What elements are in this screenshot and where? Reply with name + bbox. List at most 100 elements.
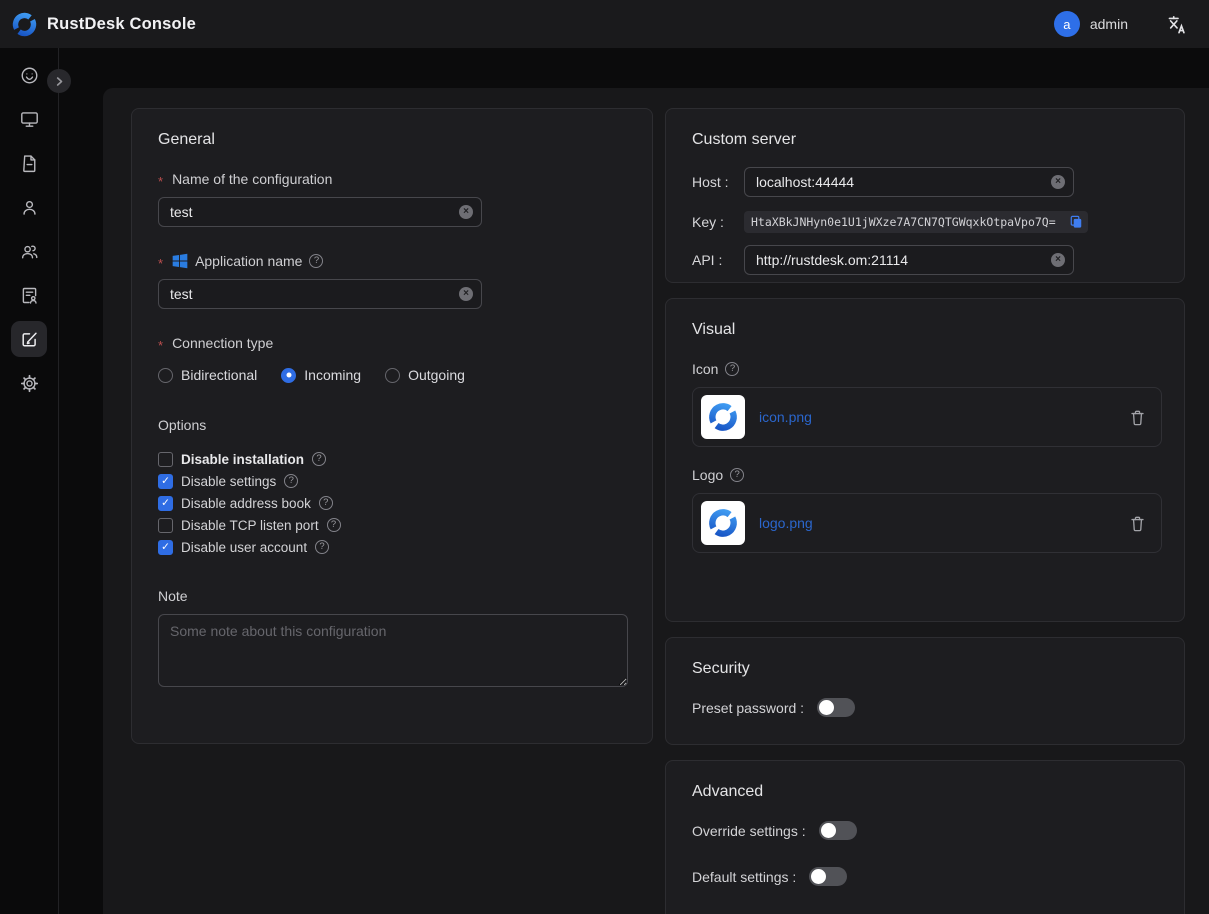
host-label: Host : (692, 174, 744, 190)
sidebar-item-documents[interactable] (11, 145, 47, 181)
sidebar-collapse-button[interactable] (47, 69, 71, 93)
document-icon (19, 153, 40, 174)
user-avatar[interactable]: a (1054, 11, 1080, 37)
host-row: Host : × (692, 167, 1158, 197)
radio-dot-icon[interactable] (158, 368, 173, 383)
checkbox-icon[interactable]: ✓ (158, 474, 173, 489)
radio-incoming[interactable]: Incoming (281, 367, 361, 383)
sidebar-item-custom-clients[interactable] (11, 321, 47, 357)
username[interactable]: admin (1090, 16, 1128, 32)
radio-bidirectional[interactable]: Bidirectional (158, 367, 257, 383)
option-disable-installation: Disable installation? (158, 448, 626, 470)
advanced-title: Advanced (692, 783, 1158, 801)
radio-dot-icon[interactable] (385, 368, 400, 383)
brand: RustDesk Console (11, 11, 196, 38)
key-value: HtaXBkJNHyn0e1U1jWXze7A7CN7QTGWqxkOtpaVp… (751, 215, 1064, 229)
checkbox-icon[interactable]: ✓ (158, 496, 173, 511)
icon-thumbnail (701, 395, 745, 439)
config-name-input[interactable] (158, 197, 482, 227)
help-icon[interactable]: ? (309, 254, 323, 268)
radio-label: Bidirectional (181, 367, 257, 383)
user-group-icon (19, 241, 40, 262)
general-card: General Name of the configuration × Appl… (131, 108, 653, 744)
option-label: Disable installation (181, 452, 304, 467)
host-field: × (744, 167, 1074, 197)
advanced-card: Advanced Override settings : Default set… (665, 760, 1185, 914)
option-disable-settings: ✓ Disable settings? (158, 470, 626, 492)
connection-type-radio-group: Bidirectional Incoming Outgoing (158, 367, 626, 383)
visual-title: Visual (692, 321, 1158, 339)
host-input[interactable] (744, 167, 1074, 197)
help-icon[interactable]: ? (327, 518, 341, 532)
api-field: × (744, 245, 1074, 275)
clear-icon[interactable]: × (1051, 175, 1065, 189)
translate-icon[interactable] (1166, 14, 1187, 35)
api-label: API : (692, 252, 744, 268)
clear-icon[interactable]: × (459, 205, 473, 219)
sidebar-item-groups[interactable] (11, 233, 47, 269)
rustdesk-logo-icon (707, 401, 739, 433)
sidebar-item-users[interactable] (11, 189, 47, 225)
app-title: RustDesk Console (47, 15, 196, 34)
override-settings-label: Override settings : (692, 823, 806, 839)
custom-server-title: Custom server (692, 131, 1158, 149)
sidebar-item-address-books[interactable] (11, 277, 47, 313)
option-label: Disable settings (181, 474, 276, 489)
sidebar-item-devices[interactable] (11, 101, 47, 137)
smiley-icon (19, 65, 40, 86)
override-settings-toggle[interactable] (819, 821, 857, 840)
default-settings-label: Default settings : (692, 869, 796, 885)
radio-outgoing[interactable]: Outgoing (385, 367, 465, 383)
help-icon[interactable]: ? (730, 468, 744, 482)
visual-card: Visual Icon ? icon.png Logo ? logo.png (665, 298, 1185, 622)
security-card: Security Preset password : (665, 637, 1185, 745)
help-icon[interactable]: ? (284, 474, 298, 488)
clear-icon[interactable]: × (459, 287, 473, 301)
topbar: RustDesk Console a admin (0, 0, 1209, 48)
config-name-label: Name of the configuration (158, 171, 626, 187)
radio-dot-icon[interactable] (281, 368, 296, 383)
default-settings-toggle[interactable] (809, 867, 847, 886)
help-icon[interactable]: ? (315, 540, 329, 554)
sidebar-item-settings[interactable] (11, 365, 47, 401)
icon-file-link[interactable]: icon.png (759, 409, 812, 425)
general-title: General (158, 131, 626, 149)
app-name-input[interactable] (158, 279, 482, 309)
note-textarea[interactable] (158, 614, 628, 687)
checkbox-icon[interactable]: ✓ (158, 540, 173, 555)
chevron-right-icon (54, 76, 65, 87)
help-icon[interactable]: ? (725, 362, 739, 376)
trash-icon[interactable] (1130, 409, 1145, 426)
security-title: Security (692, 660, 1158, 678)
copy-icon[interactable] (1069, 215, 1083, 229)
key-field: HtaXBkJNHyn0e1U1jWXze7A7CN7QTGWqxkOtpaVp… (744, 211, 1088, 233)
main-panel: General Name of the configuration × Appl… (103, 88, 1209, 914)
document-person-icon (19, 285, 40, 306)
option-label: Disable user account (181, 540, 307, 555)
logo-thumbnail (701, 501, 745, 545)
radio-label: Incoming (304, 367, 361, 383)
edit-icon (19, 329, 40, 350)
sidebar-item-welcome[interactable] (11, 57, 47, 93)
rustdesk-logo-icon (11, 11, 38, 38)
help-icon[interactable]: ? (312, 452, 326, 466)
option-label: Disable address book (181, 496, 311, 511)
trash-icon[interactable] (1130, 515, 1145, 532)
app-name-label: Application name ? (158, 253, 626, 269)
checkbox-icon[interactable] (158, 452, 173, 467)
help-icon[interactable]: ? (319, 496, 333, 510)
note-label: Note (158, 588, 626, 604)
override-settings-row: Override settings : (692, 821, 1158, 840)
radio-label: Outgoing (408, 367, 465, 383)
logo-file-item: logo.png (692, 493, 1162, 553)
checkbox-icon[interactable] (158, 518, 173, 533)
gear-icon (19, 373, 40, 394)
default-settings-row: Default settings : (692, 867, 1158, 886)
option-disable-tcp-listen-port: Disable TCP listen port? (158, 514, 626, 536)
clear-icon[interactable]: × (1051, 253, 1065, 267)
logo-file-link[interactable]: logo.png (759, 515, 813, 531)
api-input[interactable] (744, 245, 1074, 275)
preset-password-toggle[interactable] (817, 698, 855, 717)
key-row: Key : HtaXBkJNHyn0e1U1jWXze7A7CN7QTGWqxk… (692, 211, 1158, 233)
options-list: Disable installation?✓Disable settings?✓… (158, 448, 626, 558)
